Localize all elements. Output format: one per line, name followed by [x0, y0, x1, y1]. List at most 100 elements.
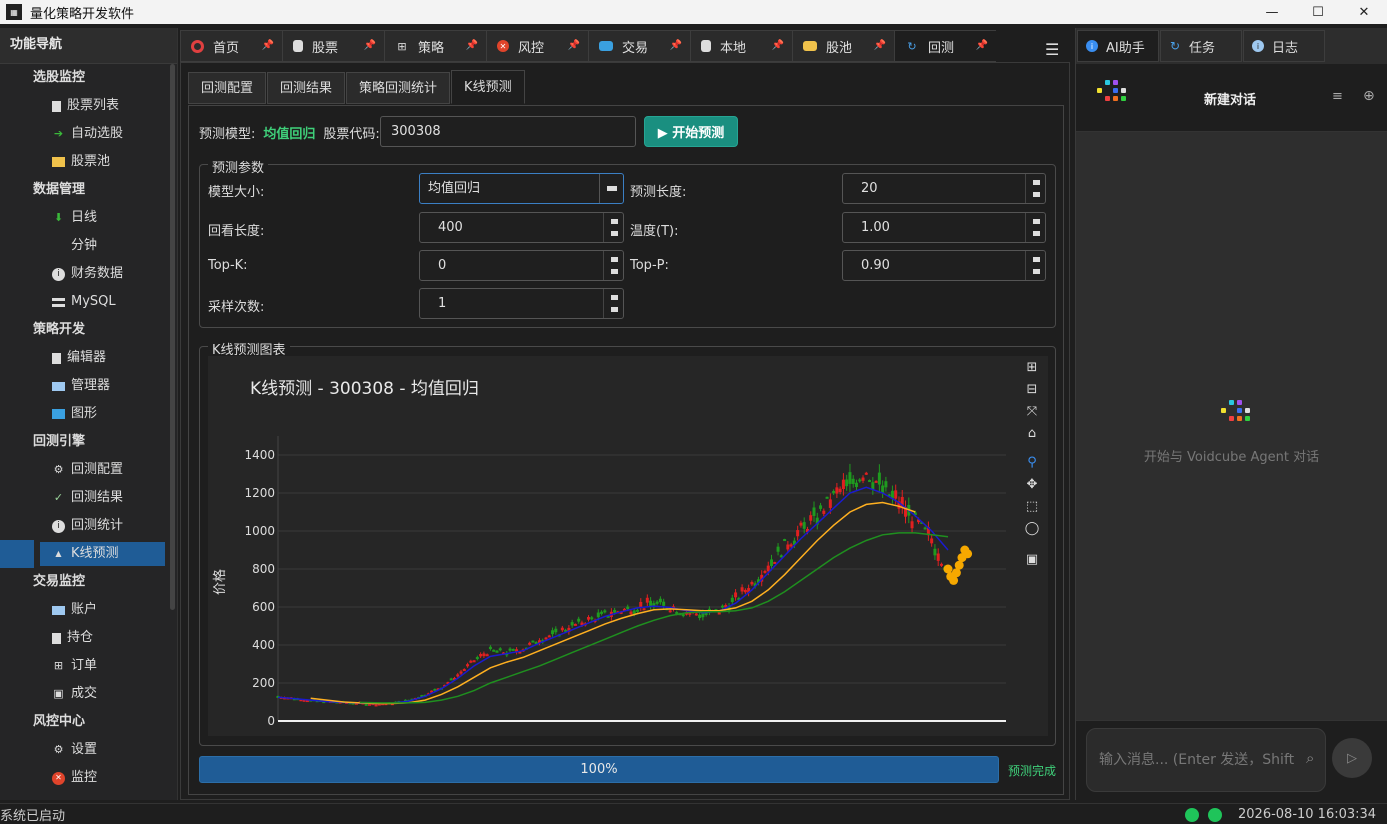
spin-arrows-icon[interactable]: [1025, 174, 1045, 203]
sidebar-group-data[interactable]: 数据管理: [0, 176, 177, 204]
sidebar-item-position[interactable]: 持仓: [0, 624, 177, 652]
tab-tasks[interactable]: ↻ 任务: [1160, 30, 1242, 62]
pin-icon[interactable]: 📌: [466, 40, 478, 51]
start-predict-button[interactable]: ▶ 开始预测: [644, 116, 738, 147]
candle-body: [858, 479, 862, 482]
tab-stock-pool[interactable]: 股池 📌: [792, 30, 894, 62]
sidebar-item-mysql[interactable]: MySQL: [0, 288, 177, 316]
sidebar-item-minute[interactable]: 分钟: [0, 232, 177, 260]
samples-spinbox[interactable]: 1: [419, 288, 624, 319]
subtab-bt-stats[interactable]: 策略回测统计: [346, 72, 451, 104]
close-button[interactable]: ✕: [1341, 0, 1387, 24]
tab-risk[interactable]: ✕ 风控 📌: [486, 30, 588, 62]
temperature-spinbox[interactable]: 1.00: [842, 212, 1046, 243]
stock-code-input[interactable]: 300308: [380, 116, 636, 147]
tab-backtest[interactable]: ↻ 回测 📌: [894, 30, 996, 62]
model-value: 均值回归: [263, 126, 316, 142]
subtab-kline-predict[interactable]: K线预测: [451, 70, 525, 104]
home-icon[interactable]: ⌂: [1024, 425, 1040, 441]
model-size-combo[interactable]: 均值回归: [419, 173, 624, 204]
pan-icon[interactable]: ✥: [1024, 476, 1040, 492]
sidebar-item-stock-list[interactable]: 股票列表: [0, 92, 177, 120]
sidebar-group-strategy[interactable]: 策略开发: [0, 316, 177, 344]
sidebar-item-editor[interactable]: 编辑器: [0, 344, 177, 372]
spin-arrows-icon[interactable]: [1025, 213, 1045, 242]
sidebar-item-account[interactable]: 账户: [0, 596, 177, 624]
pin-icon[interactable]: 📌: [976, 40, 988, 51]
send-button[interactable]: ▷: [1332, 738, 1372, 778]
zoom-icon[interactable]: ⚲: [1024, 454, 1040, 470]
sidebar-group-stock[interactable]: 选股监控: [0, 64, 177, 92]
sidebar-item-kline-predict[interactable]: ▲ K线预测: [0, 540, 177, 568]
tab-strategy[interactable]: ⊞ 策略 📌: [384, 30, 486, 62]
maximize-button[interactable]: ☐: [1295, 0, 1341, 24]
sidebar-group-backtest[interactable]: 回测引擎: [0, 428, 177, 456]
spin-arrows-icon[interactable]: [1025, 251, 1045, 280]
tab-ai-assistant[interactable]: i AI助手: [1077, 30, 1159, 62]
candle-body: [508, 648, 512, 651]
sidebar-item-auto-select[interactable]: ➔ 自动选股: [0, 120, 177, 148]
sidebar-item-monitor[interactable]: ✕ 监控: [0, 764, 177, 792]
tab-log[interactable]: i 日志: [1243, 30, 1325, 62]
pin-icon[interactable]: 📌: [262, 40, 274, 51]
zoom-out-icon[interactable]: ⊟: [1024, 381, 1040, 397]
camera-icon[interactable]: ▣: [1024, 551, 1040, 567]
sidebar-group-risk[interactable]: 风控中心: [0, 708, 177, 736]
box-select-icon[interactable]: ⬚: [1024, 498, 1040, 514]
candle-body: [449, 678, 453, 681]
sidebar-item-daily[interactable]: ⬇ 日线: [0, 204, 177, 232]
database-icon: [52, 297, 65, 307]
spin-arrows-icon[interactable]: [603, 251, 623, 280]
sidebar-item-deal[interactable]: ▣ 成交: [0, 680, 177, 708]
menu-icon[interactable]: ☰: [1045, 40, 1059, 59]
tab-local[interactable]: 本地 📌: [690, 30, 792, 62]
topp-spinbox[interactable]: 0.90: [842, 250, 1046, 281]
candle-body: [662, 601, 666, 606]
chevron-down-icon[interactable]: [599, 174, 623, 203]
tab-home[interactable]: 首页 📌: [180, 30, 282, 62]
tab-trade[interactable]: 交易 📌: [588, 30, 690, 62]
autoscale-icon[interactable]: ⤧: [1024, 403, 1040, 419]
pin-icon[interactable]: 📌: [364, 40, 376, 51]
zoom-in-icon[interactable]: ⊞: [1024, 359, 1040, 375]
new-chat-icon[interactable]: ⊕: [1363, 88, 1375, 104]
sidebar-item-bt-result[interactable]: ✓ 回测结果: [0, 484, 177, 512]
sidebar-item-graph[interactable]: 图形: [0, 400, 177, 428]
sidebar-item-order[interactable]: ⊞ 订单: [0, 652, 177, 680]
sidebar-item-bt-config[interactable]: ⚙ 回测配置: [0, 456, 177, 484]
chat-input[interactable]: 输入消息... (Enter 发送，Shift: [1086, 728, 1326, 792]
gear-icon: ⚙: [53, 463, 64, 476]
pin-icon[interactable]: 📌: [874, 40, 886, 51]
candle-body: [881, 485, 885, 493]
refresh-icon: ↻: [1169, 39, 1181, 53]
subtab-bt-config[interactable]: 回测配置: [188, 72, 267, 104]
lookback-spinbox[interactable]: 400: [419, 212, 624, 243]
tab-stock[interactable]: 股票 📌: [282, 30, 384, 62]
spin-arrows-icon[interactable]: [603, 213, 623, 242]
candle-body: [636, 609, 640, 612]
pred-len-spinbox[interactable]: 20: [842, 173, 1046, 204]
sidebar: 功能导航 选股监控 股票列表 ➔ 自动选股 股票池 数据管理 ⬇ 日线 分钟 i 财务…: [0, 28, 178, 800]
sidebar-item-stock-pool[interactable]: 股票池: [0, 148, 177, 176]
candle-body: [374, 704, 378, 707]
spin-arrows-icon[interactable]: [603, 289, 623, 318]
kline-chart[interactable]: K线预测 - 300308 - 均值回归价格 0 200 400 600 800 1000 1…: [208, 356, 1048, 736]
sidebar-item-bt-stats[interactable]: i 回测统计: [0, 512, 177, 540]
candle-body: [832, 490, 836, 494]
sidebar-scrollbar[interactable]: [170, 64, 175, 610]
chat-list-icon[interactable]: ≡: [1332, 89, 1343, 104]
candle-body: [472, 660, 476, 663]
topk-spinbox[interactable]: 0: [419, 250, 624, 281]
pin-icon[interactable]: 📌: [670, 40, 682, 51]
subtab-bt-result[interactable]: 回测结果: [267, 72, 346, 104]
sidebar-item-settings[interactable]: ⚙ 设置: [0, 736, 177, 764]
pin-icon[interactable]: 📌: [568, 40, 580, 51]
lasso-icon[interactable]: ◯: [1024, 520, 1040, 536]
chart-area[interactable]: K线预测 - 300308 - 均值回归 价格 0 200 400 600 800 1000 1…: [208, 356, 1048, 736]
minimize-button[interactable]: —: [1249, 0, 1295, 24]
sidebar-group-trade[interactable]: 交易监控: [0, 568, 177, 596]
sidebar-item-finance[interactable]: i 财务数据: [0, 260, 177, 288]
attach-icon[interactable]: ⌕: [1306, 749, 1314, 767]
sidebar-item-manager[interactable]: 管理器: [0, 372, 177, 400]
pin-icon[interactable]: 📌: [772, 40, 784, 51]
